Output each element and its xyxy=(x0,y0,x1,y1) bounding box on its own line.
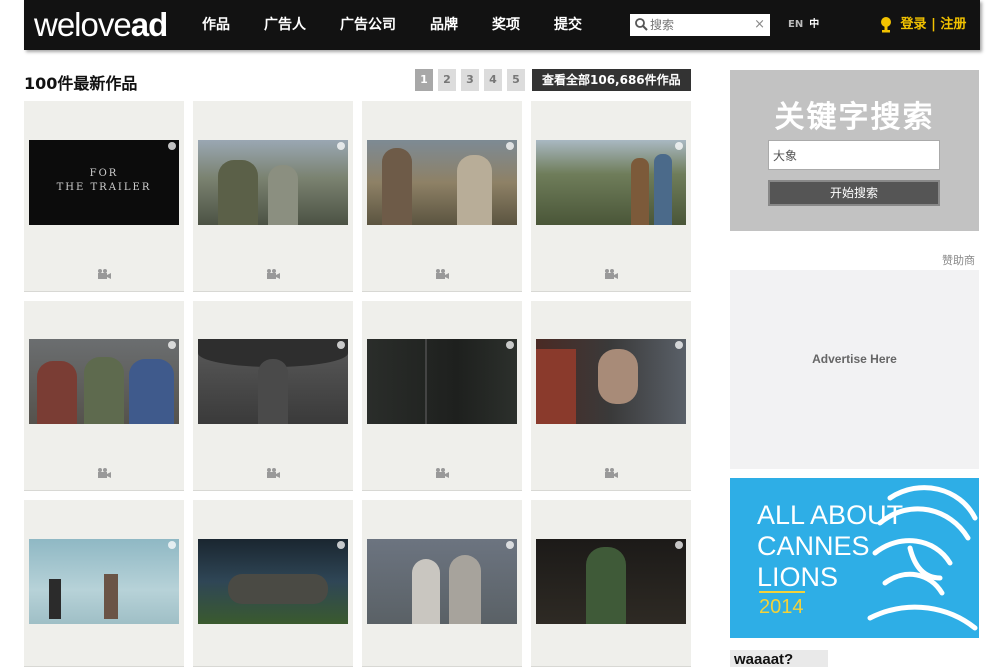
zoom-icon xyxy=(675,142,683,150)
lion-head-icon xyxy=(867,485,978,631)
lang-zh-link[interactable]: 中 xyxy=(809,19,819,30)
nav-item-works[interactable]: 作品 xyxy=(202,0,230,50)
ad-text: Advertise Here xyxy=(812,352,897,366)
clear-search-icon[interactable]: × xyxy=(754,16,765,34)
video-camera-icon xyxy=(267,269,280,279)
lang-en-link[interactable]: EN xyxy=(788,19,803,30)
page-1-button[interactable]: 1 xyxy=(415,69,433,91)
nav-item-brands[interactable]: 品牌 xyxy=(430,0,458,50)
page-2-button[interactable]: 2 xyxy=(438,69,456,91)
login-link[interactable]: 登录 xyxy=(901,17,927,32)
zoom-icon xyxy=(506,541,514,549)
video-thumbnail[interactable] xyxy=(198,539,348,624)
zoom-icon xyxy=(337,341,345,349)
zoom-icon xyxy=(168,541,176,549)
work-card[interactable] xyxy=(362,500,522,667)
keyword-input[interactable] xyxy=(768,140,940,170)
top-navigation-bar: welovead 作品 广告人 广告公司 品牌 奖项 提交 × EN 中 登录 |… xyxy=(24,0,980,50)
zoom-icon xyxy=(337,142,345,150)
work-card[interactable] xyxy=(193,500,353,667)
start-search-button[interactable]: 开始搜索 xyxy=(768,180,940,206)
work-card[interactable] xyxy=(531,500,691,667)
cannes-lions-banner[interactable]: ALL ABOUT CANNES LIONS 2014 xyxy=(730,478,979,638)
work-card[interactable] xyxy=(531,101,691,292)
video-camera-icon xyxy=(436,468,449,478)
work-card[interactable] xyxy=(24,500,184,667)
video-thumbnail[interactable] xyxy=(198,339,348,424)
video-camera-icon xyxy=(98,269,111,279)
search-box: × xyxy=(630,14,770,36)
video-camera-icon xyxy=(98,468,111,478)
work-card[interactable] xyxy=(362,101,522,292)
auth-separator: | xyxy=(931,17,936,32)
video-camera-icon xyxy=(605,468,618,478)
page-4-button[interactable]: 4 xyxy=(484,69,502,91)
sponsor-label: 赞助商 xyxy=(942,254,975,267)
search-icon xyxy=(635,18,648,31)
keyword-search-panel: 关键字搜索 开始搜索 xyxy=(730,70,979,231)
video-thumbnail[interactable] xyxy=(367,339,517,424)
nav-item-creatives[interactable]: 广告人 xyxy=(264,0,306,50)
keyword-search-title: 关键字搜索 xyxy=(774,100,935,135)
nav-item-awards[interactable]: 奖项 xyxy=(492,0,520,50)
zoom-icon xyxy=(337,541,345,549)
auth-links: 登录 | 注册 xyxy=(880,0,966,50)
video-thumbnail[interactable] xyxy=(536,539,686,624)
video-thumbnail[interactable] xyxy=(536,140,686,225)
page-5-button[interactable]: 5 xyxy=(507,69,525,91)
video-camera-icon xyxy=(605,269,618,279)
video-camera-icon xyxy=(267,468,280,478)
banner-year: 2014 xyxy=(759,596,804,618)
thumbnail-caption: FOR xyxy=(89,168,119,179)
zoom-icon xyxy=(675,341,683,349)
video-thumbnail[interactable] xyxy=(198,140,348,225)
work-card[interactable] xyxy=(24,301,184,491)
video-thumbnail[interactable] xyxy=(367,539,517,624)
work-card[interactable] xyxy=(362,301,522,491)
banner-divider xyxy=(759,591,805,593)
work-card[interactable] xyxy=(193,301,353,491)
video-thumbnail[interactable] xyxy=(29,339,179,424)
pagination: 1 2 3 4 5 xyxy=(415,69,530,91)
thumbnail-caption: THE TRAILER xyxy=(56,182,152,193)
zoom-icon xyxy=(168,142,176,150)
ad-placeholder[interactable]: Advertise Here xyxy=(730,270,979,469)
video-thumbnail[interactable]: FOR THE TRAILER xyxy=(29,140,179,225)
video-thumbnail[interactable] xyxy=(367,140,517,225)
trophy-icon xyxy=(881,16,891,32)
waaaat-logo[interactable]: waaaat? xyxy=(730,650,828,667)
video-thumbnail[interactable] xyxy=(29,539,179,624)
zoom-icon xyxy=(506,341,514,349)
work-card[interactable] xyxy=(193,101,353,292)
page-3-button[interactable]: 3 xyxy=(461,69,479,91)
video-camera-icon xyxy=(436,269,449,279)
work-card[interactable]: FOR THE TRAILER xyxy=(24,101,184,292)
video-thumbnail[interactable] xyxy=(536,339,686,424)
zoom-icon xyxy=(675,541,683,549)
language-switch: EN 中 xyxy=(788,0,819,50)
search-input[interactable] xyxy=(650,14,750,36)
view-all-works-button[interactable]: 查看全部106,686件作品 ▶ xyxy=(532,69,691,109)
site-logo[interactable]: welovead xyxy=(34,6,168,44)
section-title: 100件最新作品 xyxy=(24,74,138,93)
nav-item-submit[interactable]: 提交 xyxy=(554,0,582,50)
register-link[interactable]: 注册 xyxy=(940,17,966,32)
work-card[interactable] xyxy=(531,301,691,491)
zoom-icon xyxy=(168,341,176,349)
zoom-icon xyxy=(506,142,514,150)
main-nav: 作品 广告人 广告公司 品牌 奖项 提交 xyxy=(202,0,616,50)
nav-item-agencies[interactable]: 广告公司 xyxy=(340,0,396,50)
